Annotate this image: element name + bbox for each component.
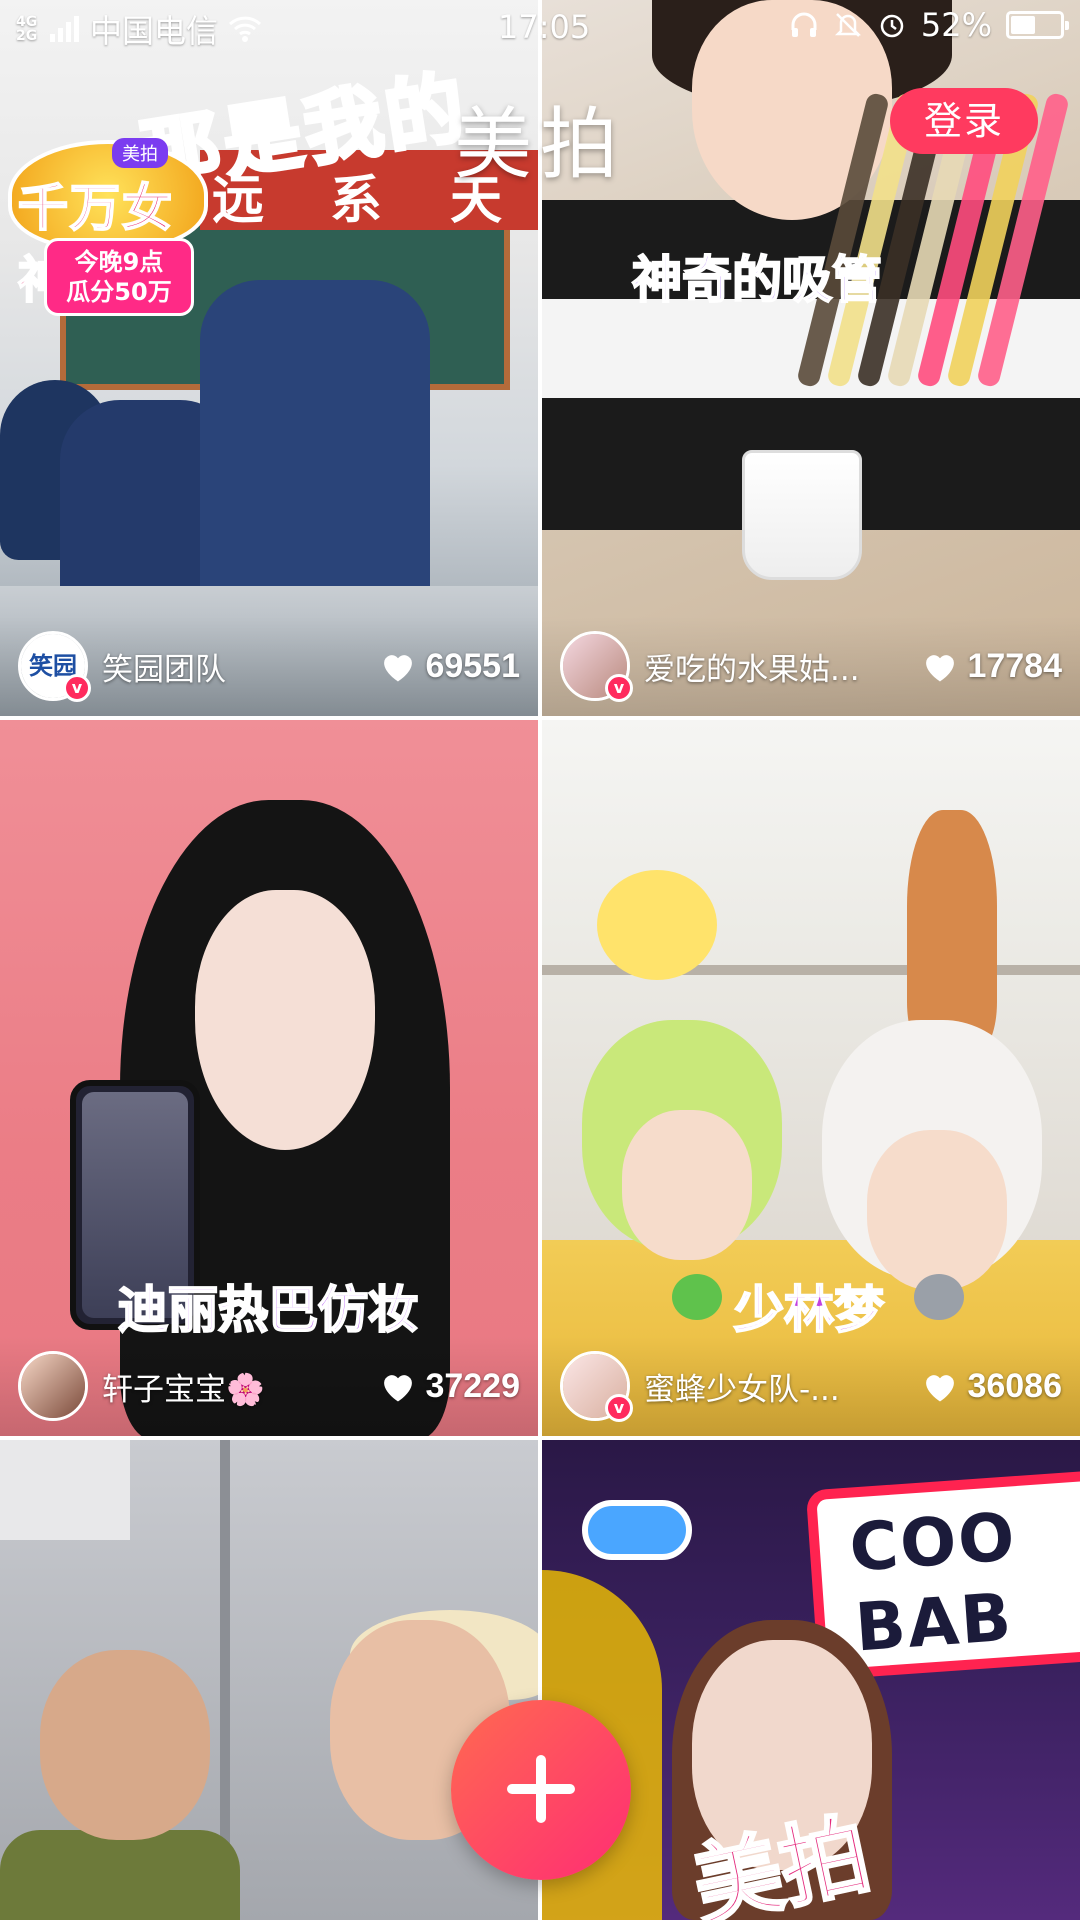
like-count[interactable]: 17784 (921, 647, 1062, 686)
neon-sign-text: COO (847, 1498, 1019, 1587)
heart-icon (384, 1375, 413, 1402)
promo-subtitle: 今晚9点 瓜分50万 (44, 238, 194, 316)
like-count-value: 36086 (967, 1366, 1062, 1405)
add-video-button[interactable] (451, 1700, 631, 1880)
video-card-footer: 轩子宝宝🌸 37229 (0, 1336, 538, 1436)
frog-emoji-icon (672, 1274, 722, 1320)
battery-percent: 52% (920, 6, 992, 44)
heart-icon (926, 655, 955, 682)
like-count[interactable]: 36086 (921, 1367, 1062, 1406)
battery-icon (1006, 11, 1069, 39)
heart-icon (926, 1375, 955, 1402)
video-card[interactable]: 迪丽热巴仿妆 轩子宝宝🌸 37229 (0, 720, 538, 1436)
author-name[interactable]: 笑园团队 (102, 644, 371, 689)
verified-icon: v (63, 674, 91, 702)
llama-plush (907, 810, 997, 1050)
like-count-value: 37229 (425, 1366, 520, 1405)
face (867, 1130, 1007, 1290)
heart-icon (384, 655, 413, 682)
student-figure (200, 280, 430, 610)
face (622, 1110, 752, 1260)
man-body (0, 1830, 240, 1920)
video-card-footer: v 蜜蜂少女队-... 36086 (542, 1336, 1080, 1436)
neon-sign-text: BAB (852, 1578, 1016, 1667)
avatar[interactable]: 笑园 v (18, 631, 91, 702)
battery-level (1011, 16, 1035, 34)
video-card-footer: v 爱吃的水果姑... 17784 (542, 616, 1080, 716)
chick-plush (597, 870, 717, 980)
video-overlay-text: 迪丽热巴仿妆 (117, 1280, 419, 1340)
avatar[interactable]: v (560, 631, 633, 702)
bell-muted-icon (834, 13, 861, 37)
verified-icon: v (605, 674, 633, 702)
author-name[interactable]: 蜜蜂少女队-... (644, 1364, 913, 1409)
rabbit-emoji-icon (914, 1274, 964, 1320)
man-face (40, 1650, 210, 1840)
wifi-icon (228, 16, 262, 42)
plus-icon (536, 1755, 546, 1823)
like-count[interactable]: 69551 (379, 647, 520, 686)
avatar[interactable]: v (560, 1351, 633, 1422)
face (195, 890, 375, 1150)
video-overlay-text: 神奇的吸管 (631, 250, 883, 310)
avatar-image (21, 1354, 85, 1418)
network-type: 4G 2G (16, 14, 38, 44)
status-icons: 52% (789, 6, 1069, 44)
video-card[interactable]: COO BAB 美拍 (542, 1440, 1080, 1920)
hanging-clothes (0, 1440, 130, 1540)
signal-icon (50, 16, 82, 42)
neon-sunglasses (582, 1500, 692, 1560)
author-name[interactable]: 爱吃的水果姑... (644, 644, 913, 689)
headphones-icon (791, 12, 817, 37)
author-name[interactable]: 轩子宝宝🌸 (102, 1364, 371, 1409)
avatar[interactable] (18, 1351, 88, 1421)
status-bar: 4G 2G 中国电信 17:05 52% (0, 0, 1080, 58)
clock: 17:05 (498, 8, 591, 46)
video-feed-grid: 远 系 天 那是我的 美拍 千万女神 今晚9点 瓜分50万 笑园 v 笑园团队 … (0, 0, 1080, 1920)
carrier-name: 中国电信 (90, 12, 219, 50)
like-count-value: 69551 (425, 646, 520, 685)
login-button[interactable]: 登录 (890, 88, 1038, 154)
video-card[interactable] (0, 1440, 538, 1920)
video-card-footer: 笑园 v 笑园团队 69551 (0, 616, 538, 716)
like-count[interactable]: 37229 (379, 1367, 520, 1406)
video-card[interactable]: 少林梦 v 蜜蜂少女队-... 36086 (542, 720, 1080, 1436)
video-overlay-text: 少林梦 (733, 1280, 885, 1340)
milk-cup (742, 450, 862, 580)
verified-icon: v (605, 1394, 633, 1422)
like-count-value: 17784 (967, 646, 1062, 685)
alarm-icon (880, 14, 904, 38)
